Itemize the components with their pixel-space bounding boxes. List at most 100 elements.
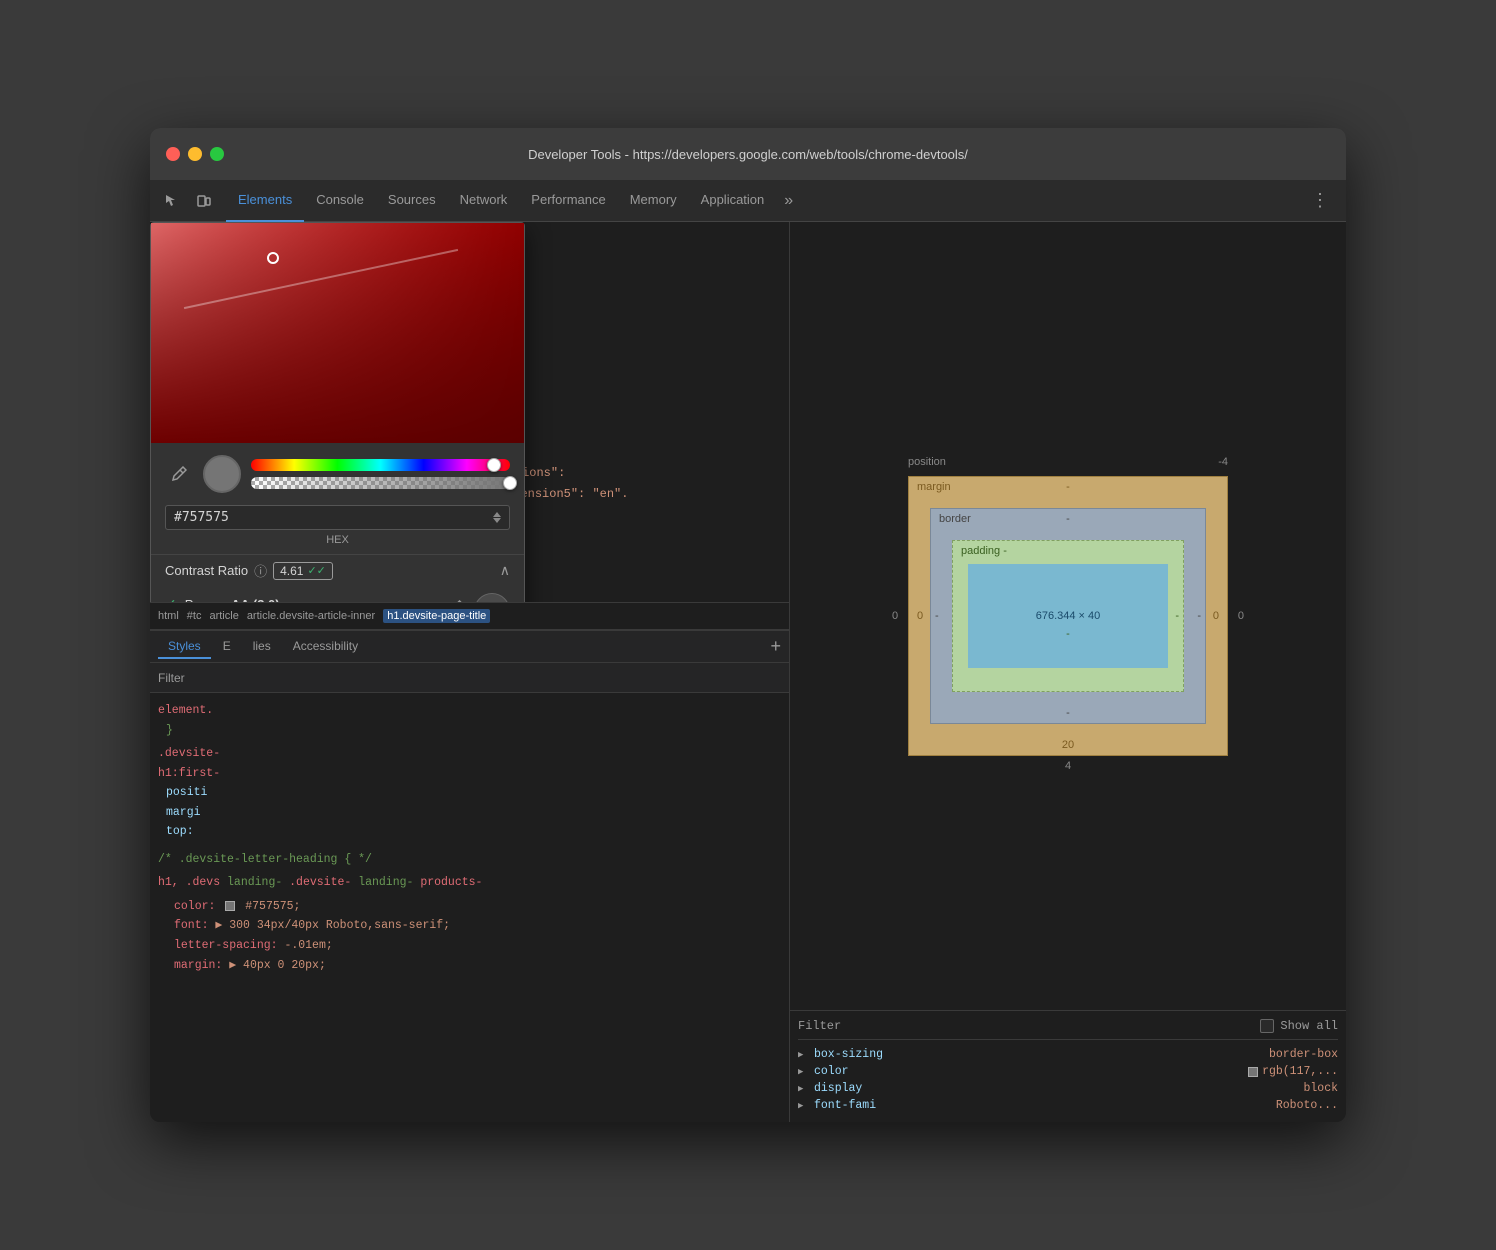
tab-overflow-area: ⋮ [1306,187,1346,215]
css-prop-color: color: #757575; [158,897,781,917]
margin-left-value: 0 [917,610,923,622]
show-all-checkbox[interactable] [1260,1019,1274,1033]
border-label: border [939,513,971,525]
tab-network[interactable]: Network [448,180,520,222]
tab-elements[interactable]: Elements [226,180,304,222]
passes-aa-label: Passes AA (3.0) [185,597,280,602]
position-value: -4 [1218,456,1228,468]
styles-tabs: Styles E lies Accessibility + [150,631,789,663]
show-all-label: Show all [1280,1019,1338,1033]
alpha-thumb[interactable] [503,476,517,490]
contrast-pass-aa: ✓ Passes AA (3.0) [165,596,434,602]
main-content: <!DOCTY <html l ▶ <head ▼ <body ▼ [150,222,1346,1122]
breadcrumb-article-inner[interactable]: article.devsite-article-inner [247,610,375,622]
breadcrumb-h1[interactable]: h1.devsite-page-title [383,609,490,623]
color-swatch-computed [1248,1067,1258,1077]
more-tabs-button[interactable]: » [776,180,801,222]
computed-prop-name[interactable]: color [814,1065,849,1078]
tab-memory[interactable]: Memory [618,180,689,222]
devtools-menu-button[interactable]: ⋮ [1306,187,1334,215]
close-button[interactable] [166,147,180,161]
border-left-value: - [935,610,939,622]
css-prop-font: font: ▶ 300 34px/40px Roboto,sans-serif; [158,916,781,936]
padding-right-value: - [1175,610,1179,622]
css-rule-devsite: .devsite- [158,744,781,764]
computed-props-list: ▶ box-sizing border-box ▶ color rgb(117,… [798,1039,1338,1114]
tab-accessibility[interactable]: Accessibility [283,635,368,659]
styles-toolbar: + [770,636,781,657]
css-prop-letter: letter-spacing: -.01em; [158,936,781,956]
contrast-ratio-badge: 4.61 ✓✓ [273,562,333,580]
box-model: position -4 margin - 0 20 0 [908,476,1228,756]
contrast-pass-row: ✓ Passes AA (3.0) ✓ Passes AAA (4.5) [165,588,510,602]
css-rule-h1: h1:first- [158,764,781,784]
hue-thumb[interactable] [487,458,501,472]
computed-triangle-icon: ▶ [798,1101,808,1111]
color-picker-controls [151,443,524,505]
contrast-preview-button[interactable]: Aa [474,593,510,602]
computed-filter-label: Filter [798,1019,841,1033]
left-panel: <!DOCTY <html l ▶ <head ▼ <body ▼ [150,222,790,1122]
inspect-element-icon[interactable] [158,187,186,215]
computed-prop-row: ▶ font-fami Roboto... [798,1097,1338,1114]
padding-label: padding - [961,545,1007,557]
hex-increment-button[interactable] [493,512,501,517]
css-rule-element: element. [158,701,781,721]
html-view: <!DOCTY <html l ▶ <head ▼ <body ▼ [150,222,789,602]
tab-icons [158,187,218,215]
show-all-wrap: Show all [1260,1019,1338,1033]
color-swatch-inline[interactable] [225,901,235,911]
maximize-button[interactable] [210,147,224,161]
computed-prop-name[interactable]: display [814,1082,862,1095]
tab-event-listeners[interactable]: E [213,635,241,659]
tab-performance[interactable]: Performance [519,180,617,222]
css-prop-margin: margin: ▶ 40px 0 20px; [158,956,781,973]
breadcrumb-html[interactable]: html [158,610,179,622]
filter-bar: Filter [150,663,789,693]
add-style-rule-button[interactable]: + [770,636,781,657]
computed-prop-row: ▶ display block [798,1080,1338,1097]
minimize-button[interactable] [188,147,202,161]
computed-triangle-icon: ▶ [798,1067,808,1077]
computed-prop-name[interactable]: font-fami [814,1099,876,1112]
filter-input[interactable] [193,671,781,685]
check-aa-icon: ✓ [165,596,177,602]
contrast-expand-button[interactable]: ∧ [500,562,510,579]
tab-properties[interactable]: lies [243,635,281,659]
css-rule-block: /* .devsite-letter-heading { */ [158,850,781,870]
computed-prop-row: ▶ color rgb(117,... [798,1063,1338,1080]
computed-color-value: rgb(117,... [1248,1065,1338,1078]
tab-styles[interactable]: Styles [158,635,211,659]
alpha-slider[interactable] [251,477,510,489]
computed-prop-name[interactable]: box-sizing [814,1048,883,1061]
color-picker: #757575 HEX Contrast Ratio ⓘ [150,222,525,602]
tab-application[interactable]: Application [689,180,777,222]
hex-input-wrap: #757575 [165,505,510,530]
color-gradient-canvas[interactable] [151,223,524,443]
outer-left-value: 0 [892,610,898,622]
margin-bottom-value: 20 [1062,739,1074,751]
content-dimensions: 676.344 × 40 [1036,610,1101,622]
border-top-value: - [1066,513,1070,525]
eyedropper-button[interactable] [165,460,193,488]
traffic-lights [166,147,224,161]
titlebar: Developer Tools - https://developers.goo… [150,128,1346,180]
position-label: position [908,456,946,468]
contrast-eyedropper-button[interactable] [442,593,470,602]
tab-console[interactable]: Console [304,180,376,222]
breadcrumb-tc[interactable]: #tc [187,610,202,622]
hex-label: HEX [151,534,524,554]
hex-value[interactable]: #757575 [174,510,485,525]
right-panel: position -4 margin - 0 20 0 [790,222,1346,1122]
css-rule-h1-devsite: h1, .devs landing- .devsite- landing- pr… [158,873,781,893]
hex-input-row: #757575 [151,505,524,534]
window-title: Developer Tools - https://developers.goo… [166,147,1330,162]
tab-sources[interactable]: Sources [376,180,448,222]
breadcrumb-article[interactable]: article [209,610,238,622]
hue-slider[interactable] [251,459,510,471]
hex-decrement-button[interactable] [493,518,501,523]
device-toolbar-icon[interactable] [190,187,218,215]
content-box: 676.344 × 40 [968,564,1168,668]
color-cursor[interactable] [267,252,279,264]
styles-panel: Styles E lies Accessibility + Filter ele… [150,630,789,973]
